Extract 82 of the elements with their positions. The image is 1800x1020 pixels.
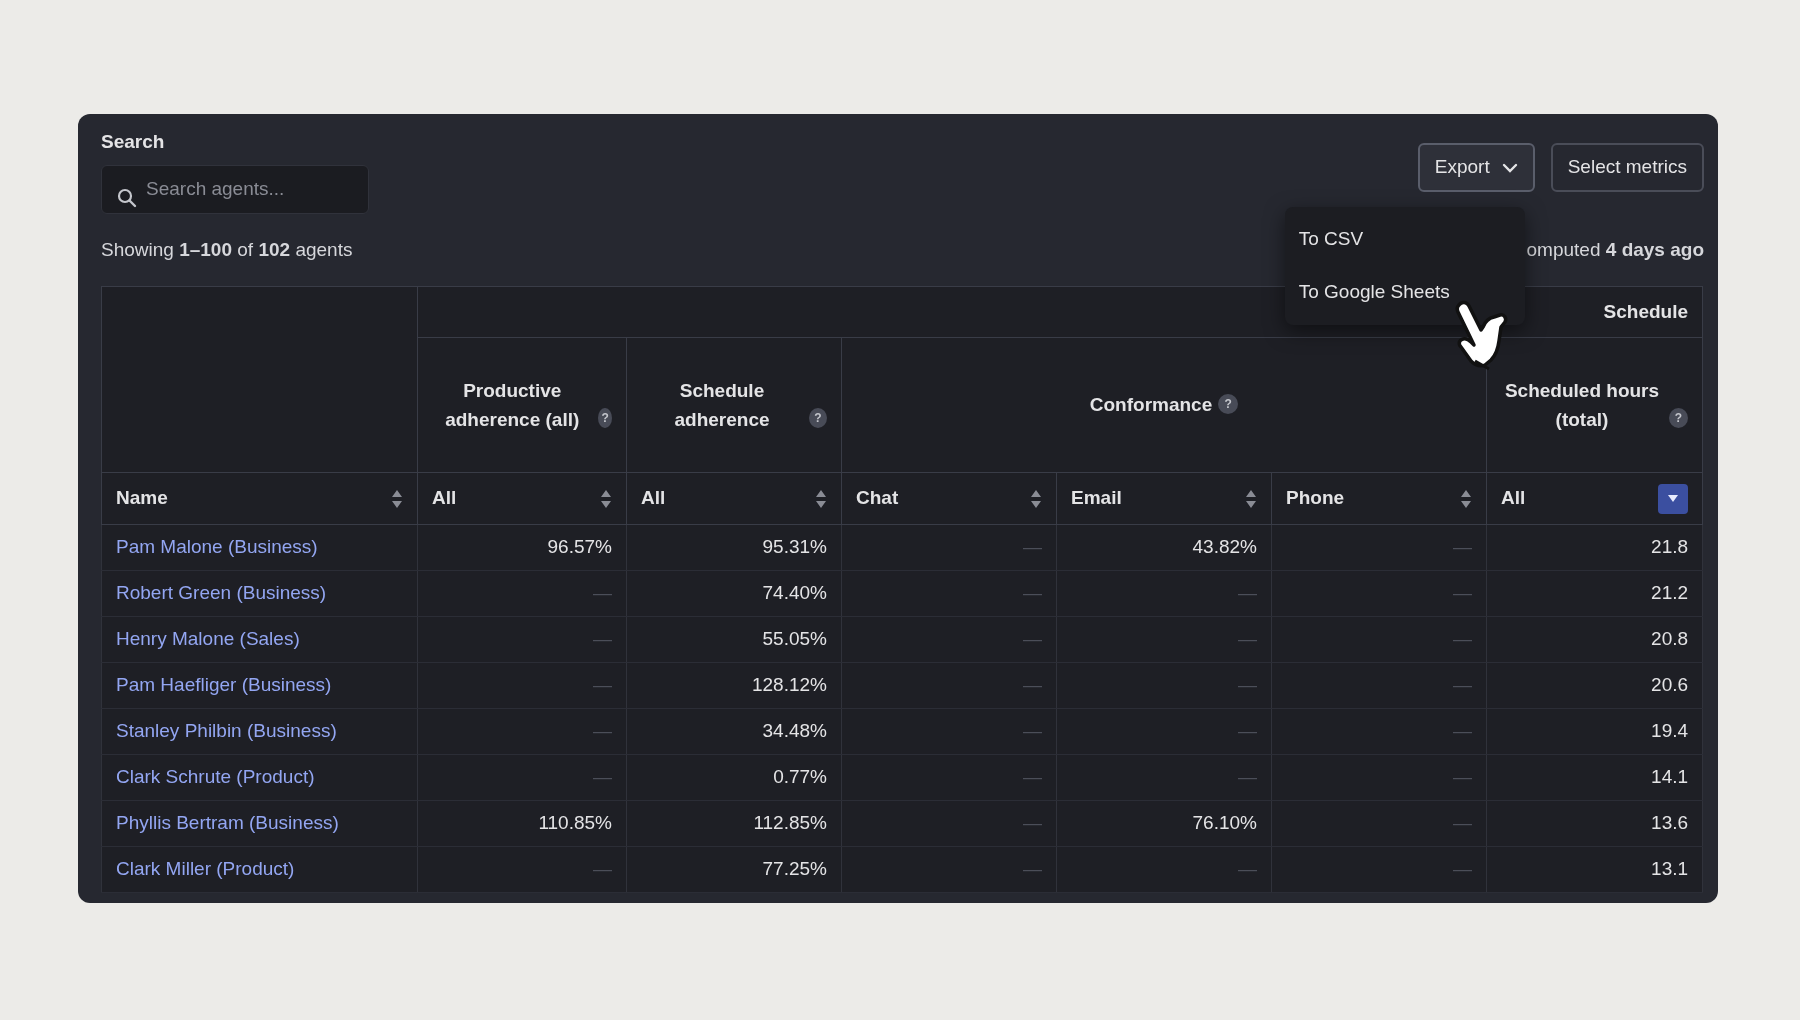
table-cell: 21.8 [1651,536,1689,558]
menu-item[interactable]: To CSV [1284,213,1525,266]
empty-value-dash: — [1023,858,1042,880]
empty-value-dash: — [1023,674,1042,696]
empty-value-dash: — [1238,582,1257,604]
column-header[interactable]: Email [1071,484,1122,513]
empty-value-dash: — [593,674,612,696]
empty-value-dash: — [1453,858,1472,880]
empty-value-dash: — [593,582,612,604]
menu-item[interactable]: To Google Sheets [1284,265,1525,319]
empty-value-dash: — [1453,766,1472,788]
empty-value-dash: — [1453,674,1472,696]
table-cell: 13.1 [1651,858,1689,880]
empty-value-dash: — [593,766,612,788]
table-cell: 96.57% [547,536,612,558]
search-icon [117,187,137,208]
search-field[interactable]: Search agents... [101,164,369,214]
empty-value-dash: — [1238,858,1257,880]
search-label: Search [101,130,166,154]
column-header[interactable]: Chat [856,484,899,513]
table-cell: 34.48% [762,720,827,742]
table-cell: 14.1 [1651,766,1689,788]
table-cell: 20.6 [1651,674,1689,696]
column-header[interactable]: All [641,484,666,513]
empty-value-dash: — [1453,582,1472,604]
empty-value-dash: — [1453,812,1472,834]
help-icon[interactable]: ? [1669,408,1689,429]
column-header[interactable]: Name [116,484,168,513]
empty-value-dash: — [1453,536,1472,558]
table-cell: 74.40% [762,582,827,604]
sort-icon[interactable] [1460,488,1472,509]
table-cell: 95.31% [762,536,827,558]
table-cell: 20.8 [1651,628,1689,650]
empty-value-dash: — [593,628,612,650]
empty-value-dash: — [1023,812,1042,834]
empty-value-dash: — [1023,766,1042,788]
sort-button[interactable] [1658,483,1689,514]
chevron-down-icon [1501,162,1518,173]
computed-time-text: omputed 4 days ago [1526,237,1704,262]
empty-value-dash: — [593,720,612,742]
help-icon[interactable]: ? [598,408,612,429]
column-header: Productive adherence (all) [444,378,581,432]
sort-icon[interactable] [1245,488,1257,509]
empty-value-dash: — [1238,628,1257,650]
sort-icon[interactable] [391,488,403,509]
column-header[interactable]: Phone [1286,484,1345,513]
sort-icon[interactable] [1030,488,1042,509]
table-cell: 112.85% [753,812,827,834]
sort-icon[interactable] [600,488,612,509]
empty-value-dash: — [1453,628,1472,650]
table-cell: 55.05% [762,628,827,650]
table-cell: 21.2 [1651,582,1689,604]
column-header[interactable]: All [1501,484,1526,513]
empty-value-dash: — [1453,720,1472,742]
table-cell: 77.25% [762,858,827,880]
table-cell: 76.10% [1192,812,1257,834]
empty-value-dash: — [1238,674,1257,696]
empty-value-dash: — [593,858,612,880]
column-header[interactable]: All [432,484,457,513]
empty-value-dash: — [1023,536,1042,558]
group-header: Schedule [1603,300,1689,322]
empty-value-dash: — [1023,582,1042,604]
table-cell: 13.6 [1651,812,1689,834]
sort-icon[interactable] [815,488,827,509]
column-header: Conformance [1089,393,1213,418]
column-header: Scheduled hours (total) [1503,378,1661,432]
column-header: Schedule adherence [673,378,771,432]
caret-down-icon [1667,494,1680,503]
empty-value-dash: — [1238,766,1257,788]
table-cell: 19.4 [1651,720,1689,742]
results-summary: Showing 1–100 of 102 agents [101,237,353,262]
help-icon[interactable]: ? [809,408,827,429]
table-cell: 110.85% [538,812,612,834]
empty-value-dash: — [1023,628,1042,650]
select-metrics-button[interactable]: Select metrics [1550,143,1704,192]
help-icon[interactable]: ? [1218,393,1239,414]
table-cell: 128.12% [752,674,827,696]
table-cell: 43.82% [1192,536,1257,558]
empty-value-dash: — [1023,720,1042,742]
table-cell: 0.77% [773,766,827,788]
empty-value-dash: — [1238,720,1257,742]
export-button[interactable]: Export [1417,143,1535,192]
